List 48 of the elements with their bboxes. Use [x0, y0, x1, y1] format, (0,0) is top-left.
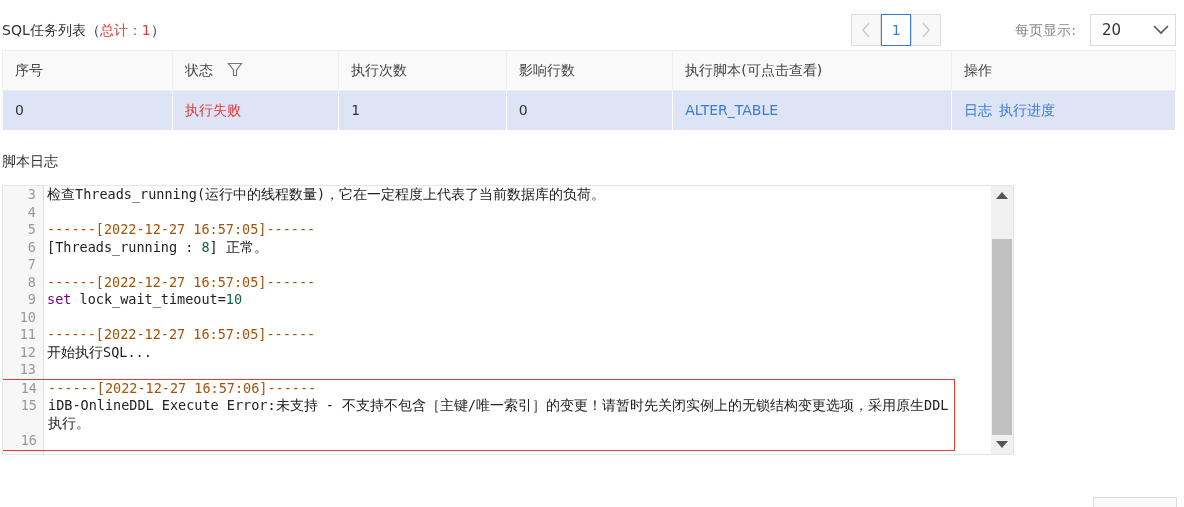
line-number: 7 — [26, 256, 37, 274]
code-line: iDB-OnlineDDL Execute Error:未支持 - 不支持不包含［主键/唯一索引］的变更！请暂时先关闭实例上的无锁结构变更选项，采用原生DDL执行。 — [47, 397, 950, 432]
column-header: 操作 — [951, 50, 1176, 91]
filter-icon[interactable] — [226, 62, 243, 78]
line-number: 12 — [18, 343, 37, 361]
code-line: ------[2022-12-27 16:57:05]------ — [46, 273, 317, 291]
chevron-right-icon — [921, 22, 932, 38]
line-number: 9 — [26, 291, 37, 309]
code-line: ------[2022-12-27 16:57:05]------ — [46, 326, 317, 344]
line-number: 5 — [26, 221, 37, 239]
code-line: [Threads_running : 8] 正常。 — [46, 238, 269, 256]
status-cell: 执行失败 — [172, 90, 339, 131]
line-number: 14 — [19, 379, 38, 397]
page-button[interactable]: 1 — [881, 14, 912, 46]
scroll-up-icon — [996, 192, 1008, 199]
chevron-down-icon — [1153, 25, 1169, 35]
code-line: ------[2022-12-27 16:57:05]------ — [46, 221, 317, 239]
scrollbar[interactable] — [991, 186, 1013, 454]
page-size-select[interactable]: 20 — [1090, 14, 1176, 46]
line-number: 3 — [26, 186, 37, 204]
table-cell: 0 — [2, 90, 173, 131]
column-header: 执行次数 — [338, 50, 507, 91]
column-header: 执行脚本(可点击查看) — [672, 50, 952, 91]
line-number: 16 — [19, 432, 38, 450]
column-header: 影响行数 — [506, 50, 673, 91]
line-number: 4 — [26, 203, 37, 221]
list-title: SQL任务列表（总计：1） — [2, 20, 165, 40]
line-number: 8 — [26, 273, 37, 291]
column-header: 状态 — [172, 50, 339, 91]
action-link[interactable]: 日志 — [963, 102, 992, 118]
code-line: set lock_wait_timeout=10 — [46, 291, 244, 309]
line-number: 10 — [18, 308, 37, 326]
scroll-down-icon — [996, 441, 1008, 448]
section-title: 脚本日志 — [2, 152, 59, 171]
table-cell: 0 — [506, 90, 673, 131]
code-line: ------[2022-12-27 16:57:06]------ — [47, 379, 318, 397]
page-size-label: 每页显示: — [1015, 20, 1076, 40]
line-number: 15 — [19, 397, 38, 415]
chevron-left-icon — [861, 22, 872, 38]
table-cell: 1 — [338, 90, 507, 131]
line-number: 11 — [18, 326, 37, 344]
code-line: 开始执行SQL... — [46, 343, 153, 361]
line-number: 6 — [26, 238, 37, 256]
column-header: 序号 — [2, 50, 173, 91]
action-link[interactable]: 执行进度 — [998, 102, 1055, 118]
line-number: 13 — [18, 361, 37, 379]
code-line: 检查Threads_running(运行中的线程数量)，它在一定程度上代表了当前数据库的负荷。 — [46, 186, 607, 204]
script-link[interactable]: ALTER_TABLE — [685, 102, 779, 118]
